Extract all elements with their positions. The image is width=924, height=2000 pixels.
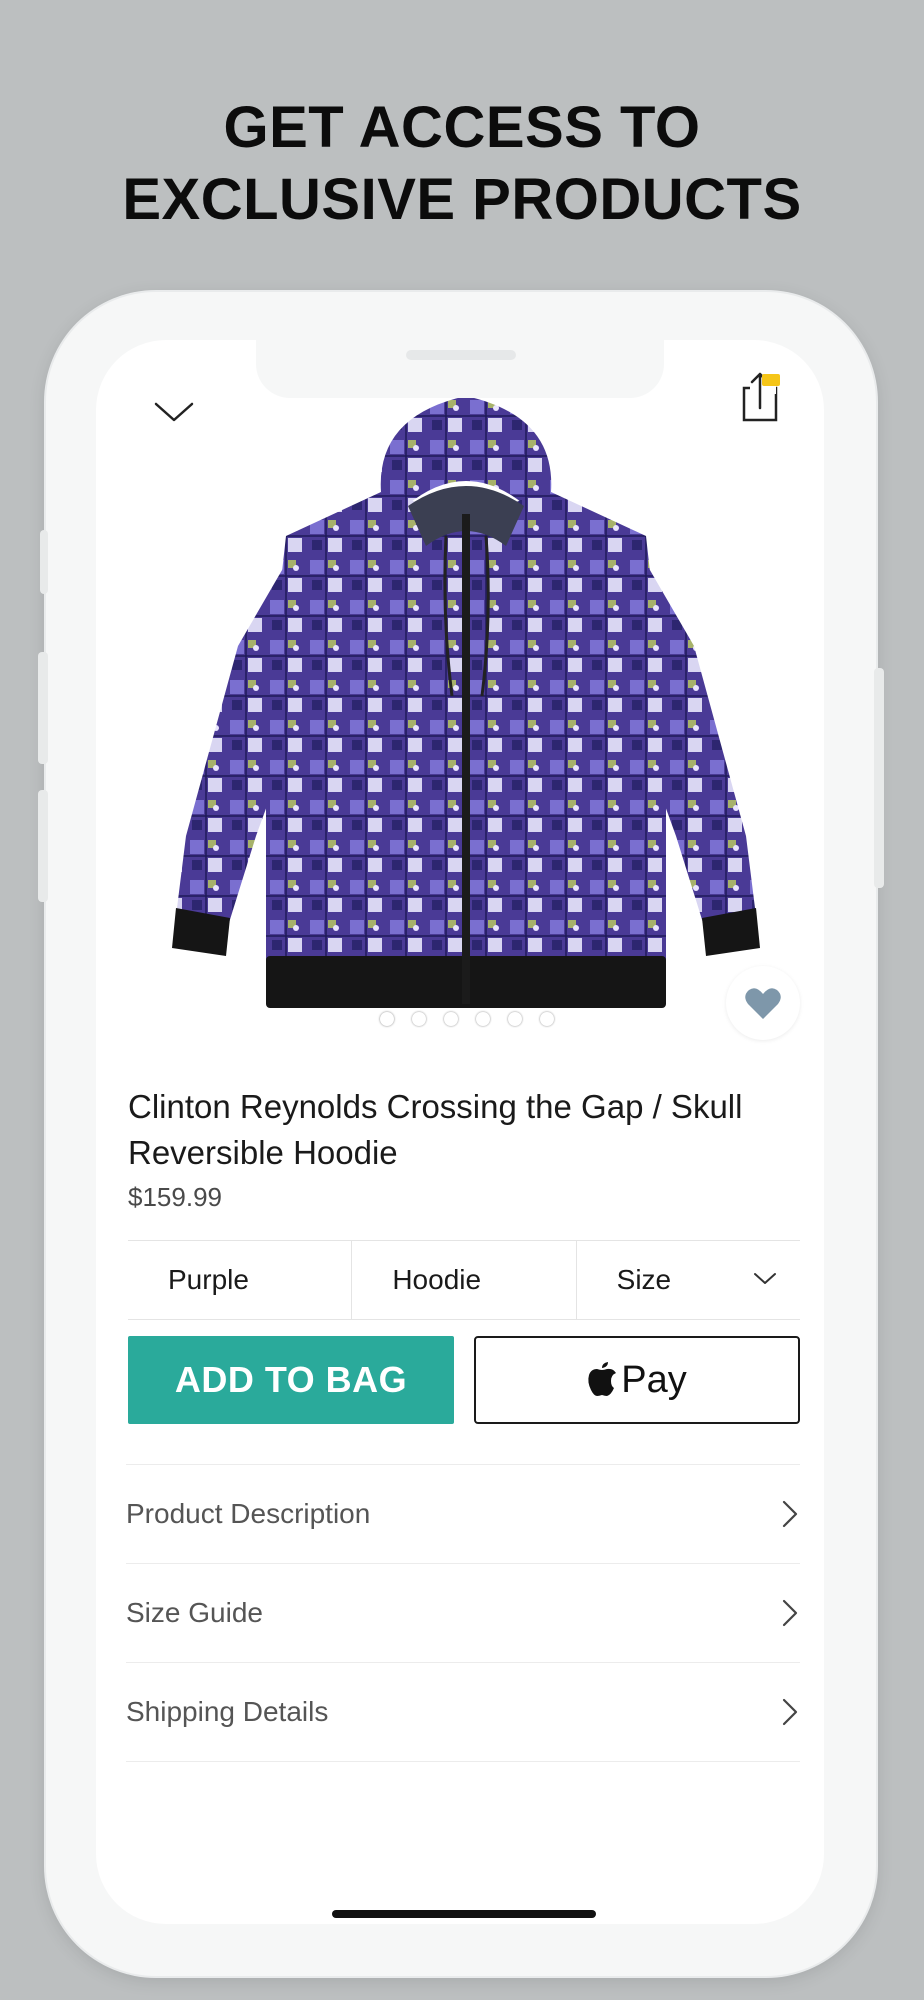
add-to-bag-button[interactable]: ADD TO BAG — [128, 1336, 454, 1424]
chevron-down-icon — [753, 1273, 776, 1284]
size-guide-row[interactable]: Size Guide — [126, 1564, 800, 1663]
collapse-button[interactable] — [152, 392, 196, 432]
product-details-list: Product Description Size Guide Shipping … — [126, 1464, 800, 1762]
carousel-dot[interactable] — [476, 1012, 490, 1026]
product-title: Clinton Reynolds Crossing the Gap / Skul… — [128, 1088, 743, 1171]
phone-side-button — [874, 668, 884, 888]
phone-speaker — [406, 350, 516, 360]
color-selector-label: Purple — [168, 1264, 249, 1295]
product-description-label: Product Description — [126, 1498, 371, 1529]
phone-side-button — [40, 530, 48, 594]
chevron-right-icon — [782, 1599, 798, 1627]
notification-badge — [762, 374, 780, 386]
image-carousel-dots — [96, 1012, 824, 1026]
chevron-right-icon — [782, 1500, 798, 1528]
variant-selectors: Purple Hoodie Size — [128, 1240, 800, 1320]
carousel-dot[interactable] — [444, 1012, 458, 1026]
size-guide-label: Size Guide — [126, 1597, 263, 1628]
carousel-dot[interactable] — [508, 1012, 522, 1026]
share-button[interactable] — [740, 368, 784, 426]
apple-icon — [588, 1362, 617, 1396]
product-price: $159.99 — [128, 1182, 222, 1212]
heart-icon — [745, 988, 781, 1019]
style-selector-label: Hoodie — [392, 1264, 482, 1295]
phone-side-button — [38, 790, 48, 902]
style-selector[interactable]: Hoodie — [351, 1241, 575, 1319]
apple-pay-button[interactable]: Pay — [474, 1336, 800, 1424]
carousel-dot[interactable] — [380, 1012, 394, 1026]
phone-notch — [256, 340, 664, 398]
size-selector[interactable]: Size — [575, 1241, 800, 1319]
home-indicator[interactable] — [332, 1910, 596, 1918]
chevron-down-icon — [154, 402, 194, 422]
shipping-details-label: Shipping Details — [126, 1696, 329, 1727]
promo-headline: GET ACCESS TO EXCLUSIVE PRODUCTS — [0, 92, 924, 236]
app-screen: Clinton Reynolds Crossing the Gap / Skul… — [96, 340, 824, 1924]
carousel-dot[interactable] — [540, 1012, 554, 1026]
product-image[interactable] — [146, 396, 786, 1036]
share-icon — [742, 372, 780, 422]
chevron-right-icon — [782, 1698, 798, 1726]
headline-line-1: GET ACCESS TO — [223, 95, 701, 160]
color-selector[interactable]: Purple — [128, 1241, 351, 1319]
phone-side-button — [38, 652, 48, 764]
favorite-button[interactable] — [726, 966, 800, 1040]
shipping-details-row[interactable]: Shipping Details — [126, 1663, 800, 1762]
carousel-dot[interactable] — [412, 1012, 426, 1026]
apple-pay-label: Pay — [621, 1358, 687, 1401]
headline-line-2: EXCLUSIVE PRODUCTS — [122, 167, 802, 232]
size-selector-label: Size — [616, 1264, 672, 1295]
product-description-row[interactable]: Product Description — [126, 1465, 800, 1564]
